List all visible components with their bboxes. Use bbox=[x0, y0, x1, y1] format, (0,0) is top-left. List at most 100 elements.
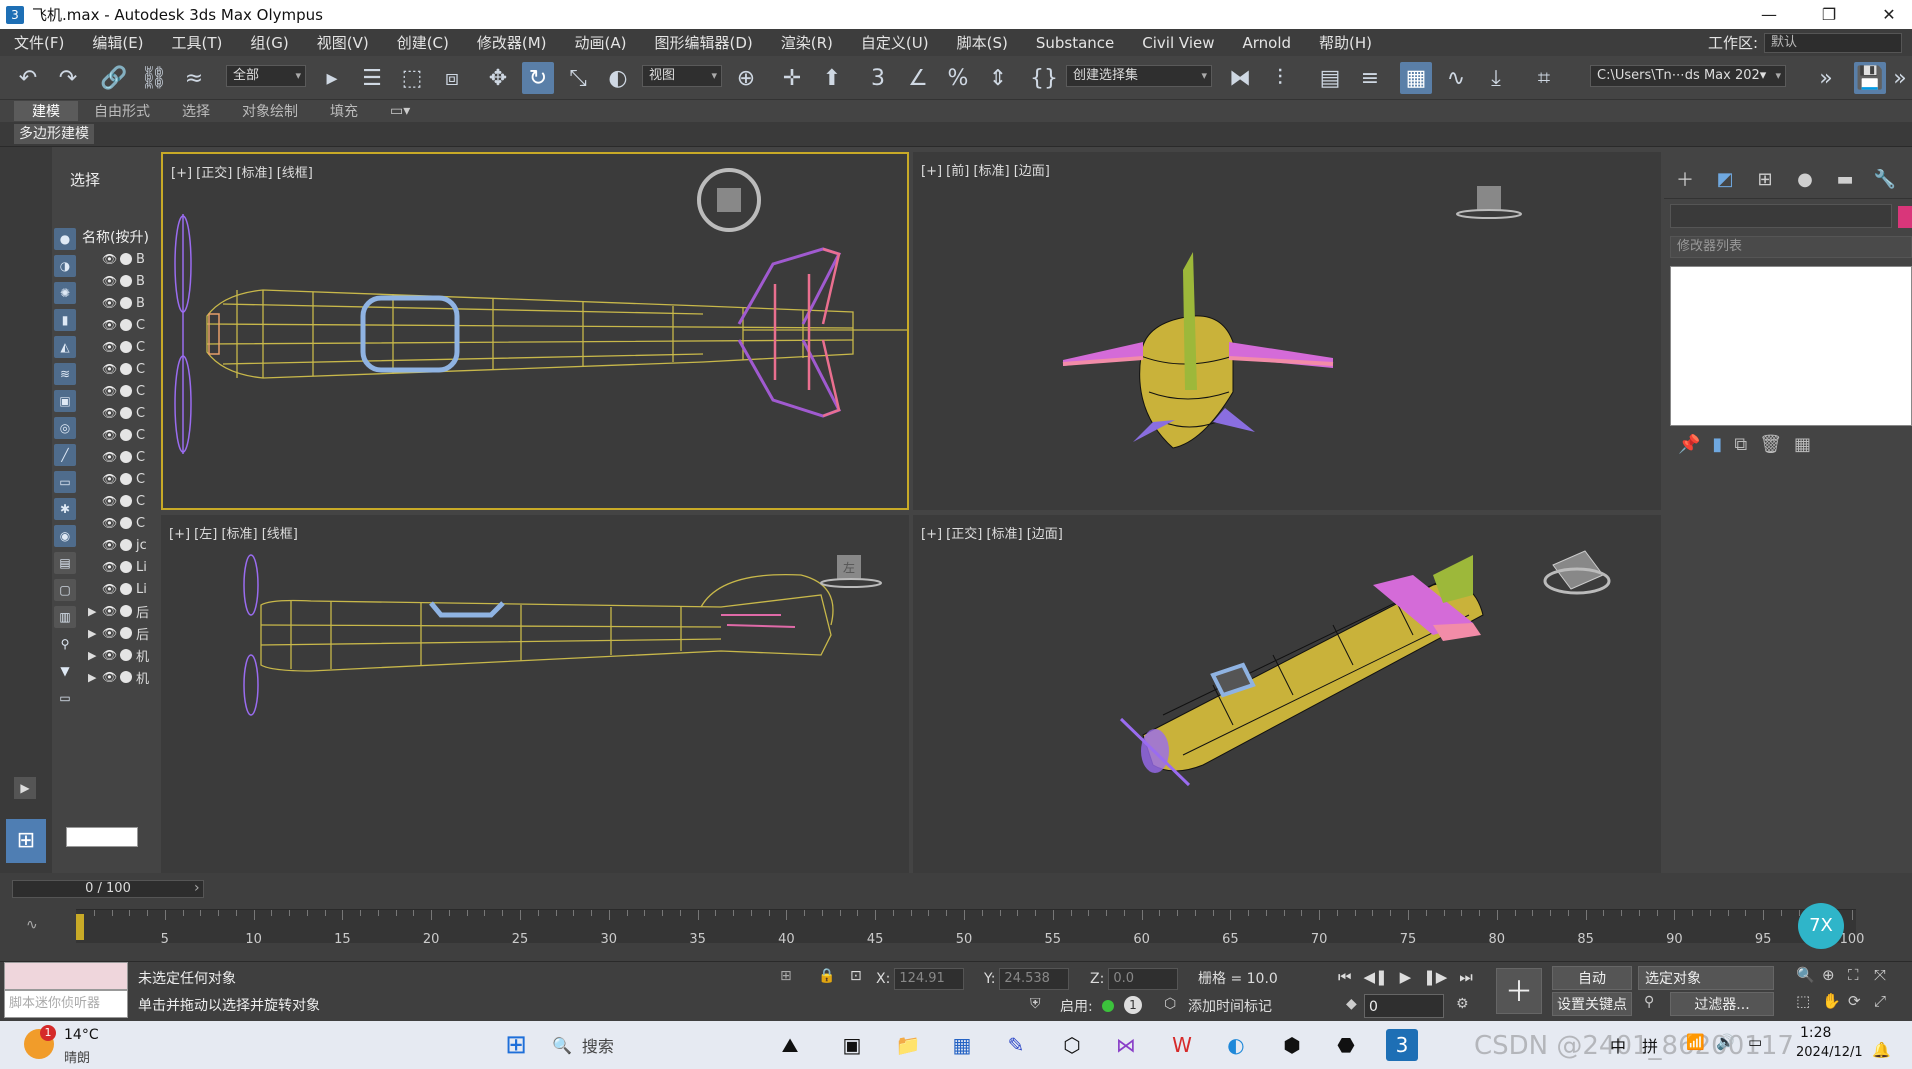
modifier-list-dropdown[interactable]: 修改器列表 bbox=[1670, 236, 1912, 258]
object-dot-icon[interactable] bbox=[120, 473, 132, 485]
scene-object-row[interactable]: 👁 C bbox=[88, 512, 149, 534]
time-tag-icon[interactable]: ⬡ bbox=[1164, 996, 1176, 1012]
scene-object-row[interactable]: ▶ 👁 后 bbox=[88, 600, 149, 622]
zoom-all-icon[interactable]: ⊕ bbox=[1822, 966, 1848, 984]
visibility-eye-icon[interactable]: 👁 bbox=[102, 274, 117, 288]
time-cursor[interactable] bbox=[76, 914, 84, 940]
rotate-icon[interactable]: ↻ bbox=[522, 62, 554, 94]
visibility-eye-icon[interactable]: 👁 bbox=[102, 582, 117, 596]
object-dot-icon[interactable] bbox=[120, 649, 132, 661]
visibility-eye-icon[interactable]: 👁 bbox=[102, 670, 117, 684]
object-dot-icon[interactable] bbox=[120, 627, 132, 639]
geometry-filter-icon[interactable]: ● bbox=[54, 228, 76, 250]
object-dot-icon[interactable] bbox=[120, 495, 132, 507]
expand-arrow-icon[interactable]: ▶ bbox=[88, 649, 98, 662]
viewport-label-bottom-left[interactable]: [+] [左] [标准] [线框] bbox=[169, 523, 298, 542]
task-view-icon[interactable]: ▣ bbox=[836, 1029, 868, 1061]
object-dot-icon[interactable] bbox=[120, 583, 132, 595]
visibility-eye-icon[interactable]: 👁 bbox=[102, 428, 117, 442]
object-dot-icon[interactable] bbox=[120, 363, 132, 375]
notification-bell-icon[interactable]: 🔔 bbox=[1872, 1041, 1891, 1059]
scene-object-row[interactable]: 👁 C bbox=[88, 380, 149, 402]
polygon-modeling-button[interactable]: 多边形建模 bbox=[14, 124, 94, 144]
viewport-label-top-right[interactable]: [+] [前] [标准] [边面] bbox=[921, 160, 1050, 179]
curve-toggle-icon[interactable]: ∿ bbox=[26, 917, 38, 933]
pin-stack-icon[interactable]: 📌 bbox=[1678, 434, 1700, 455]
ime-chinese[interactable]: 中 bbox=[1610, 1033, 1626, 1057]
helpers-filter-icon[interactable]: ◭ bbox=[54, 336, 76, 358]
viewport-label-top-left[interactable]: [+] [正交] [标准] [线框] bbox=[171, 162, 313, 181]
add-time-tag[interactable]: 添加时间标记 bbox=[1188, 996, 1272, 1016]
reference-coord-dropdown[interactable]: 视图 bbox=[642, 65, 722, 87]
motion-tab-icon[interactable]: ● bbox=[1790, 166, 1820, 192]
layer-icon[interactable]: ▭ bbox=[54, 687, 76, 709]
unity-hub-icon[interactable]: ⬣ bbox=[1330, 1029, 1362, 1061]
next-frame-icon[interactable]: › bbox=[194, 880, 200, 896]
scene-object-row[interactable]: 👁 C bbox=[88, 314, 149, 336]
modify-tab-icon[interactable]: ◩ bbox=[1710, 166, 1740, 192]
bones-filter-icon[interactable]: ╱ bbox=[54, 444, 76, 466]
zoom-extents-icon[interactable]: ⛶ bbox=[1848, 966, 1874, 984]
expand-toolbar-icon[interactable]: » bbox=[1810, 62, 1842, 94]
x-field[interactable]: 124.91 bbox=[894, 968, 965, 990]
menu-scripting[interactable]: 脚本(S) bbox=[943, 32, 1022, 53]
selected-object-dropdown[interactable]: 选定对象 bbox=[1638, 966, 1774, 990]
save-icon[interactable]: 💾 bbox=[1854, 62, 1886, 94]
spinner-snap-icon[interactable]: ⇕ bbox=[982, 62, 1014, 94]
pivot-center-icon[interactable]: ⊕ bbox=[730, 62, 762, 94]
scene-object-row[interactable]: 👁 C bbox=[88, 336, 149, 358]
all-filter-icon[interactable]: ▤ bbox=[54, 552, 76, 574]
percent-snap-icon[interactable]: % bbox=[942, 62, 974, 94]
scene-object-row[interactable]: 👁 C bbox=[88, 402, 149, 424]
absolute-mode-icon[interactable]: ⊡ bbox=[850, 968, 862, 984]
unity-icon[interactable]: ⬢ bbox=[1276, 1029, 1308, 1061]
remove-modifier-icon[interactable]: 🗑 bbox=[1759, 434, 1782, 455]
scene-object-row[interactable]: 👁 C bbox=[88, 468, 149, 490]
frozen-filter-icon[interactable]: ✱ bbox=[54, 498, 76, 520]
layer-explorer-icon[interactable]: ≡ bbox=[1354, 62, 1386, 94]
show-end-result-icon[interactable]: ▮ bbox=[1712, 434, 1722, 455]
menu-substance[interactable]: Substance bbox=[1022, 34, 1128, 52]
time-track[interactable]: 5 10 15 20 25 30 35 40 45 50 55 60 65 70 75 80 85 90 95 100 bbox=[76, 909, 1864, 947]
menu-views[interactable]: 视图(V) bbox=[303, 32, 383, 53]
visibility-eye-icon[interactable]: 👁 bbox=[102, 406, 117, 420]
render-setup-icon[interactable]: ⤓ bbox=[1480, 62, 1512, 94]
object-dot-icon[interactable] bbox=[120, 429, 132, 441]
window-crossing-icon[interactable]: ⧈ bbox=[436, 62, 468, 94]
containers-filter-icon[interactable]: ▭ bbox=[54, 471, 76, 493]
filter-funnel-icon[interactable]: ⚲ bbox=[54, 633, 76, 655]
workspace-dropdown[interactable]: 默认 bbox=[1764, 32, 1902, 53]
maxscript-listener-top[interactable] bbox=[4, 962, 128, 990]
play-icon[interactable]: ▶ bbox=[1400, 968, 1412, 986]
play-icon[interactable]: ▶ bbox=[14, 777, 36, 799]
battery-icon[interactable]: ▭ bbox=[1748, 1033, 1762, 1051]
scene-object-row[interactable]: 👁 C bbox=[88, 424, 149, 446]
viewcube-left[interactable]: 左 bbox=[843, 559, 855, 576]
edit-named-selections-icon[interactable]: {} bbox=[1028, 62, 1060, 94]
menu-modifiers[interactable]: 修改器(M) bbox=[463, 32, 561, 53]
hierarchy-tab-icon[interactable]: ⊞ bbox=[1750, 166, 1780, 192]
place-icon[interactable]: ◐ bbox=[602, 62, 634, 94]
prev-key-icon[interactable]: ◀❚ bbox=[1364, 968, 1388, 986]
key-filters-button[interactable]: 过滤器... bbox=[1670, 992, 1774, 1016]
maxscript-mini-listener[interactable]: 脚本迷你侦听器 bbox=[4, 990, 128, 1018]
key-mode-icon[interactable]: ◆ bbox=[1346, 996, 1357, 1012]
menu-animation[interactable]: 动画(A) bbox=[561, 32, 641, 53]
set-key-button[interactable]: 设置关键点 bbox=[1552, 992, 1632, 1016]
curve-editor-icon[interactable]: ∿ bbox=[1440, 62, 1472, 94]
menu-graph-editors[interactable]: 图形编辑器(D) bbox=[641, 32, 767, 53]
visibility-eye-icon[interactable]: 👁 bbox=[102, 648, 117, 662]
none-filter-icon[interactable]: ▢ bbox=[54, 579, 76, 601]
ime-pinyin[interactable]: 拼 bbox=[1642, 1033, 1658, 1057]
expand-arrow-icon[interactable]: ▶ bbox=[88, 671, 98, 684]
visual-studio-icon[interactable]: ⋈ bbox=[1110, 1029, 1142, 1061]
math-app-icon[interactable]: ✎ bbox=[1000, 1029, 1032, 1061]
display-tab-icon[interactable]: ▬ bbox=[1830, 166, 1860, 192]
visibility-eye-icon[interactable]: 👁 bbox=[102, 560, 117, 574]
visibility-eye-icon[interactable]: 👁 bbox=[102, 516, 117, 530]
hidden-filter-icon[interactable]: ◉ bbox=[54, 525, 76, 547]
maximize-viewport-icon[interactable]: ⤢ bbox=[1874, 992, 1900, 1010]
xrefs-filter-icon[interactable]: ◎ bbox=[54, 417, 76, 439]
tab-object-paint[interactable]: 对象绘制 bbox=[226, 101, 314, 121]
groups-filter-icon[interactable]: ▣ bbox=[54, 390, 76, 412]
